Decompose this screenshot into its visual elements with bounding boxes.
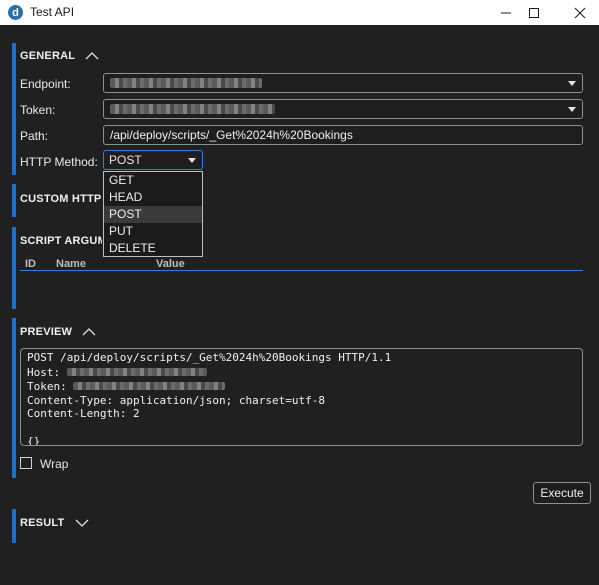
chevron-down-icon [568,107,576,112]
general-section-toggle[interactable]: GENERAL [20,50,100,62]
table-header-divider [20,270,583,271]
script-arguments-section-title[interactable]: SCRIPT ARGUME [20,235,102,247]
preview-line-token: Token: [27,379,576,394]
host-value-redacted [66,367,207,376]
request-preview-text[interactable]: POST /api/deploy/scripts/_Get%2024h%20Bo… [20,348,583,446]
result-section-toggle[interactable]: RESULT [20,517,90,529]
token-label: Token: [20,103,56,117]
custom-headers-section-title[interactable]: CUSTOM HTTP H [20,193,102,205]
preview-line-host: Host: [27,365,576,380]
preview-line-content-length: Content-Length: 2 [27,407,140,421]
chevron-up-icon [82,328,96,336]
token-value-redacted [110,104,275,114]
minimize-icon [501,12,511,13]
wrap-checkbox[interactable] [20,457,32,469]
chevron-down-icon [568,81,576,86]
chevron-down-icon [75,519,89,528]
http-method-value: POST [109,153,142,167]
method-option-head[interactable]: HEAD [104,189,202,206]
chevron-up-icon [85,52,99,60]
chevron-down-icon [188,158,196,163]
general-section-title: GENERAL [20,50,75,62]
column-header-id[interactable]: ID [25,258,36,270]
method-option-put[interactable]: PUT [104,223,202,240]
host-header-label: Host: [27,365,67,379]
endpoint-combobox[interactable] [103,73,583,93]
path-input[interactable]: /api/deploy/scripts/_Get%2024h%20Booking… [103,125,583,145]
preview-line-body: {} [27,434,41,446]
column-header-value[interactable]: Value [156,258,185,270]
result-section-title: RESULT [20,517,65,529]
method-option-get[interactable]: GET [104,172,202,189]
path-label: Path: [20,129,49,143]
method-option-post[interactable]: POST [104,206,202,223]
preview-line-request: POST /api/deploy/scripts/_Get%2024h%20Bo… [27,351,392,364]
result-section-bar [12,509,16,543]
wrap-label[interactable]: Wrap [40,457,68,471]
close-icon [574,7,586,18]
http-method-dropdown: GET HEAD POST PUT DELETE [103,171,203,257]
method-option-delete[interactable]: DELETE [104,240,202,257]
endpoint-label: Endpoint: [20,77,71,91]
maximize-icon [529,7,539,18]
preview-section-toggle[interactable]: PREVIEW [20,326,97,338]
token-combobox[interactable] [103,99,583,119]
title-bar: d Test API [0,0,599,25]
close-button[interactable] [560,0,599,25]
execute-button[interactable]: Execute [533,482,591,504]
custom-headers-section-bar [12,184,16,217]
script-arguments-section-bar [12,227,16,309]
maximize-button[interactable] [514,0,554,25]
preview-line-content-type: Content-Type: application/json; charset=… [27,393,326,407]
http-method-label: HTTP Method: [20,155,98,169]
preview-line-blank [27,421,576,435]
preview-section-bar [12,318,16,478]
preview-section-title: PREVIEW [20,326,73,338]
column-header-name[interactable]: Name [56,258,86,270]
endpoint-value-redacted [110,78,262,88]
window-title: Test API [30,5,75,19]
general-section-bar [12,43,16,175]
token-header-label: Token: [27,380,74,394]
http-method-select[interactable]: POST [103,150,203,170]
app-logo-icon: d [8,5,23,20]
token-header-value-redacted [73,382,226,391]
